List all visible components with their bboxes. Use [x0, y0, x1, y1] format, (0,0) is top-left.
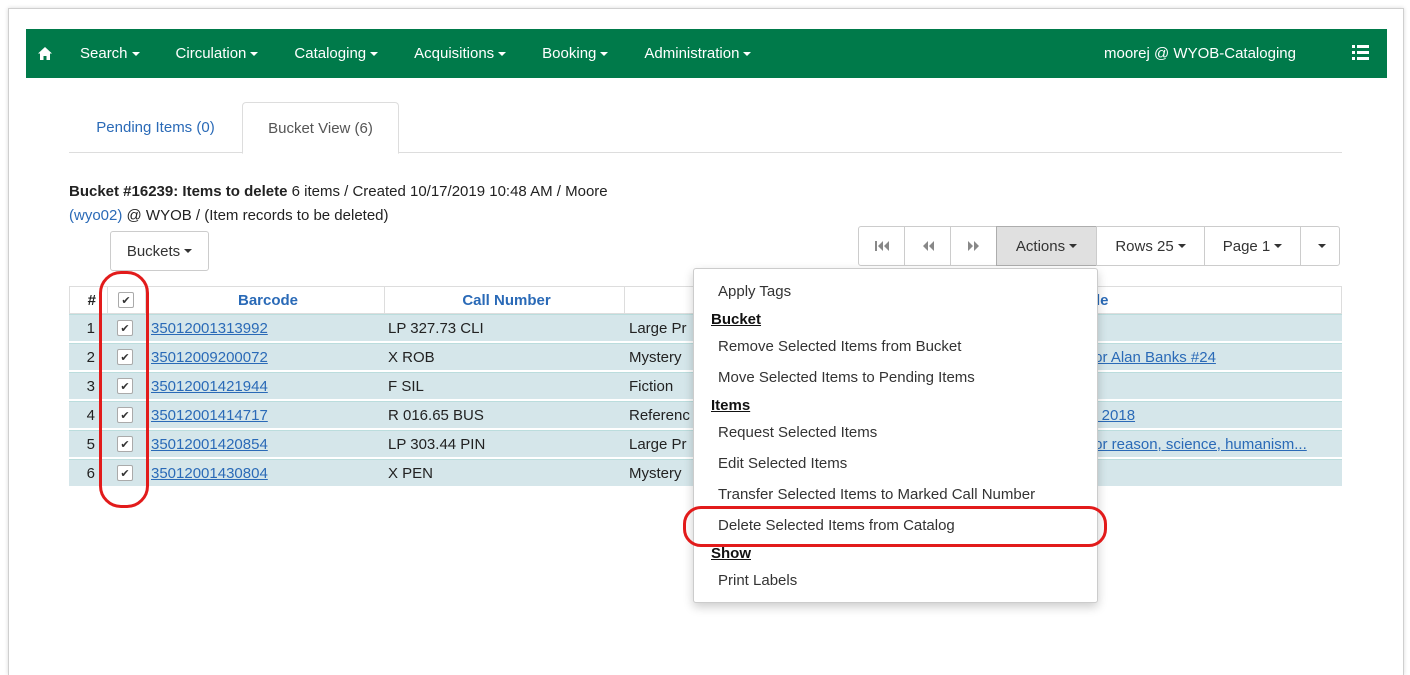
top-navbar: Search Circulation Cataloging Acquisitio… [26, 29, 1387, 78]
buckets-button[interactable]: Buckets [110, 231, 209, 271]
menu-edit-items[interactable]: Edit Selected Items [718, 455, 847, 472]
prev-page-button[interactable] [904, 226, 951, 266]
next-page-icon [967, 241, 979, 251]
nav-booking-menu[interactable]: Booking [542, 29, 609, 78]
tab-bucket-view[interactable]: Bucket View (6) [242, 102, 399, 154]
barcode-link[interactable]: 35012001414717 [151, 407, 383, 424]
actions-button[interactable]: Actions [996, 226, 1097, 266]
prev-page-icon [922, 241, 934, 251]
menu-print-labels[interactable]: Print Labels [718, 572, 797, 589]
bucket-summary: Bucket #16239: Items to delete 6 items /… [69, 180, 709, 228]
row-number: 2 [86, 348, 95, 366]
menu-apply-tags[interactable]: Apply Tags [718, 283, 791, 300]
row-number: 1 [86, 319, 95, 337]
call-number: LP 303.44 PIN [388, 435, 486, 453]
call-number: X PEN [388, 464, 434, 482]
call-number: F SIL [388, 377, 424, 395]
first-page-button[interactable] [858, 226, 905, 266]
actions-dropdown-menu: Apply Tags Bucket Remove Selected Items … [693, 268, 1098, 603]
menu-section-show: Show [711, 545, 751, 562]
title-link[interactable]: for reason, science, humanism... [1090, 436, 1340, 453]
bucket-tabs: Pending Items (0) Bucket View (6) [69, 102, 1342, 154]
caret-down-icon [184, 249, 193, 253]
caret-down-icon [250, 51, 259, 56]
nav-booking-label: Booking [542, 45, 597, 62]
header-num: # [87, 291, 96, 309]
page-label: Page 1 [1222, 237, 1271, 255]
hamburger-menu-icon[interactable] [1352, 44, 1369, 61]
menu-section-items: Items [711, 397, 751, 414]
caret-down-icon [1318, 244, 1326, 248]
nav-search-menu[interactable]: Search [80, 29, 140, 78]
header-barcode[interactable]: Barcode [152, 292, 384, 309]
nav-circulation-menu[interactable]: Circulation [176, 29, 259, 78]
title-link[interactable]: s 2018 [1090, 407, 1340, 424]
menu-remove-from-bucket[interactable]: Remove Selected Items from Bucket [718, 338, 961, 355]
caret-down-icon [743, 51, 752, 56]
call-number: X ROB [388, 348, 435, 366]
caret-down-icon [498, 51, 507, 56]
bucket-owner-link[interactable]: (wyo02) [69, 207, 122, 224]
caret-down-icon [1069, 244, 1078, 248]
row-number: 3 [86, 377, 95, 395]
tab-pending-items[interactable]: Pending Items (0) [69, 102, 242, 153]
caret-down-icon [1274, 244, 1283, 248]
nav-search-label: Search [80, 45, 128, 62]
rows-per-page-button[interactable]: Rows 25 [1096, 226, 1205, 266]
menu-transfer-items[interactable]: Transfer Selected Items to Marked Call N… [718, 486, 1035, 503]
column-divider [384, 287, 385, 315]
nav-cataloging-menu[interactable]: Cataloging [294, 29, 379, 78]
nav-circulation-label: Circulation [175, 45, 247, 62]
row-number: 4 [86, 406, 95, 424]
row-number: 5 [86, 435, 95, 453]
first-page-icon [874, 241, 889, 251]
bucket-details: 6 items / Created 10/17/2019 10:48 AM / … [287, 183, 608, 200]
menu-section-bucket: Bucket [711, 311, 762, 328]
header-title[interactable]: tle [1091, 292, 1341, 309]
actions-label: Actions [1015, 237, 1066, 255]
caret-down-icon [131, 51, 140, 56]
nav-user-workstation[interactable]: moorej @ WYOB-Cataloging [1104, 29, 1296, 78]
nav-cataloging-label: Cataloging [294, 45, 367, 62]
grid-options-button[interactable] [1300, 226, 1340, 266]
title-link[interactable]: tor Alan Banks #24 [1090, 349, 1340, 366]
caret-down-icon [1177, 244, 1186, 248]
call-number: LP 327.73 CLI [388, 319, 484, 337]
menu-move-to-pending[interactable]: Move Selected Items to Pending Items [718, 369, 975, 386]
buckets-button-label: Buckets [126, 242, 181, 260]
checkbox-column-highlight [99, 271, 149, 508]
caret-down-icon [600, 51, 609, 56]
rows-label: Rows 25 [1115, 237, 1174, 255]
call-number: R 016.65 BUS [388, 406, 484, 424]
row-number: 6 [86, 464, 95, 482]
nav-acquisitions-menu[interactable]: Acquisitions [414, 29, 507, 78]
barcode-link[interactable]: 35012001430804 [151, 465, 383, 482]
barcode-link[interactable]: 35012001420854 [151, 436, 383, 453]
page-select-button[interactable]: Page 1 [1204, 226, 1301, 266]
caret-down-icon [370, 51, 379, 56]
menu-request-items[interactable]: Request Selected Items [718, 424, 877, 441]
header-call-number[interactable]: Call Number [389, 292, 624, 309]
bucket-owner-details: @ WYOB / (Item records to be deleted) [122, 207, 389, 224]
grid-toolbar: Actions Rows 25 Page 1 [858, 226, 1340, 266]
nav-acquisitions-label: Acquisitions [414, 45, 495, 62]
barcode-link[interactable]: 35012001313992 [151, 320, 383, 337]
column-divider [624, 287, 625, 315]
next-page-button[interactable] [950, 226, 997, 266]
home-icon[interactable] [28, 29, 62, 78]
nav-administration-label: Administration [644, 45, 740, 62]
delete-option-highlight [683, 506, 1107, 547]
barcode-link[interactable]: 35012009200072 [151, 349, 383, 366]
barcode-link[interactable]: 35012001421944 [151, 378, 383, 395]
nav-administration-menu[interactable]: Administration [644, 29, 752, 78]
bucket-title: Bucket #16239: Items to delete [69, 183, 288, 200]
